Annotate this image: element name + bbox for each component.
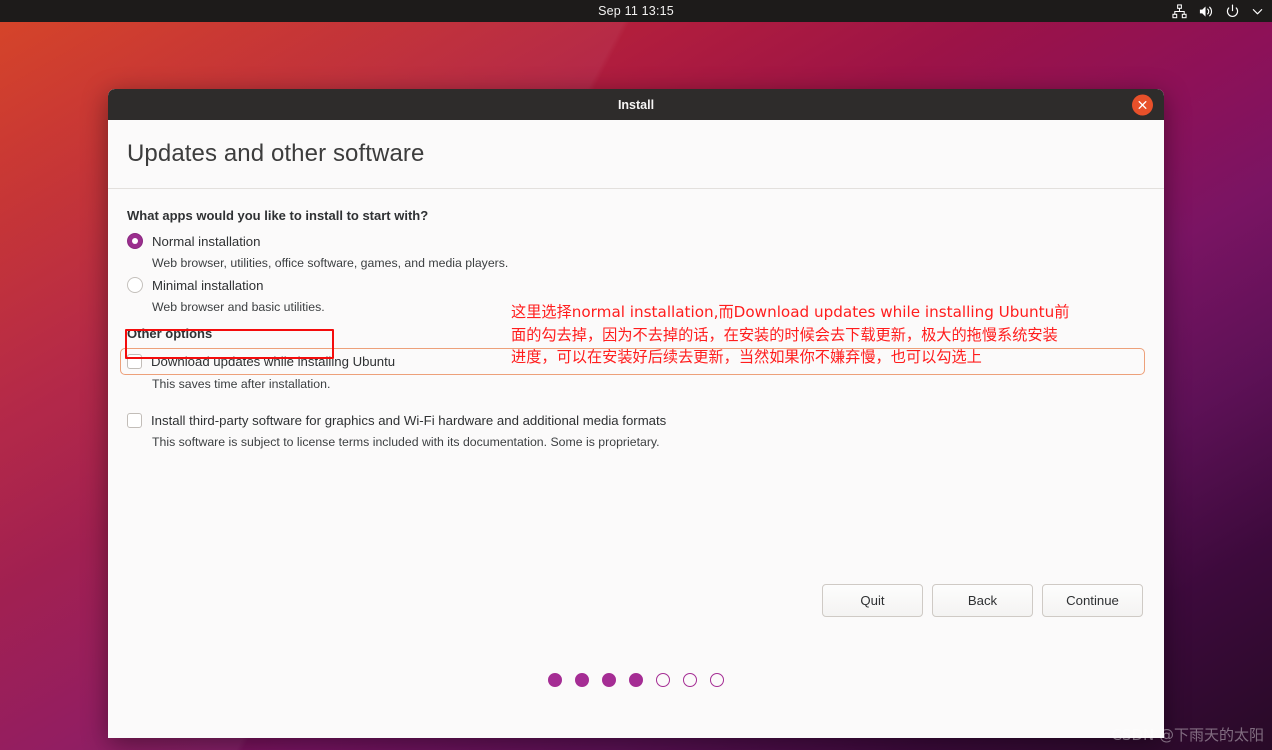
checkbox-third-party-software[interactable]: Install third-party software for graphic… xyxy=(127,407,1145,433)
checkbox-third-party-label: Install third-party software for graphic… xyxy=(151,412,667,428)
progress-dot xyxy=(629,673,643,687)
watermark: CSDN @下雨天的太阳 xyxy=(1111,726,1264,744)
annotation-text: 这里选择normal installation,而Download update… xyxy=(511,303,1070,366)
page-header: Updates and other software xyxy=(108,120,1164,189)
radio-minimal-indicator[interactable] xyxy=(127,277,143,293)
close-icon[interactable] xyxy=(1132,94,1153,115)
system-tray xyxy=(1172,3,1264,19)
radio-minimal-label: Minimal installation xyxy=(152,277,264,293)
volume-icon[interactable] xyxy=(1198,4,1214,19)
checkbox-download-updates-label: Download updates while installing Ubuntu xyxy=(151,354,396,369)
progress-dot xyxy=(548,673,562,687)
radio-normal-label: Normal installation xyxy=(152,233,261,249)
continue-button[interactable]: Continue xyxy=(1042,584,1143,617)
quit-button[interactable]: Quit xyxy=(822,584,923,617)
apps-question-label: What apps would you like to install to s… xyxy=(127,208,429,223)
progress-dot xyxy=(602,673,616,687)
progress-dot xyxy=(710,673,724,687)
checkbox-download-updates-description: This saves time after installation. xyxy=(152,377,331,391)
radio-normal-indicator[interactable] xyxy=(127,233,143,249)
progress-dot xyxy=(683,673,697,687)
top-panel: Sep 11 13:15 xyxy=(0,0,1272,22)
radio-minimal-installation[interactable]: Minimal installation xyxy=(127,272,1145,298)
checkbox-third-party-description: This software is subject to license term… xyxy=(152,435,660,449)
page-content: What apps would you like to install to s… xyxy=(108,189,1164,737)
chevron-down-icon[interactable] xyxy=(1251,5,1264,18)
radio-normal-installation[interactable]: Normal installation xyxy=(127,228,1145,254)
progress-dot xyxy=(575,673,589,687)
ubuntu-desktop-background: Sep 11 13:15 Install Updates and other s… xyxy=(0,0,1272,750)
power-icon[interactable] xyxy=(1225,4,1240,19)
installer-window: Install Updates and other software What … xyxy=(108,89,1164,738)
page-title: Updates and other software xyxy=(127,140,425,167)
network-icon[interactable] xyxy=(1172,3,1187,19)
back-button[interactable]: Back xyxy=(932,584,1033,617)
radio-normal-description: Web browser, utilities, office software,… xyxy=(152,256,509,270)
progress-dot xyxy=(656,673,670,687)
progress-dots xyxy=(108,673,1164,687)
checkbox-third-party-indicator[interactable] xyxy=(127,412,142,428)
action-buttons: Quit Back Continue xyxy=(822,584,1143,617)
clock[interactable]: Sep 11 13:15 xyxy=(0,4,1272,18)
checkbox-download-updates-indicator[interactable] xyxy=(127,354,142,369)
window-titlebar: Install xyxy=(108,89,1164,120)
window-title: Install xyxy=(617,97,655,112)
